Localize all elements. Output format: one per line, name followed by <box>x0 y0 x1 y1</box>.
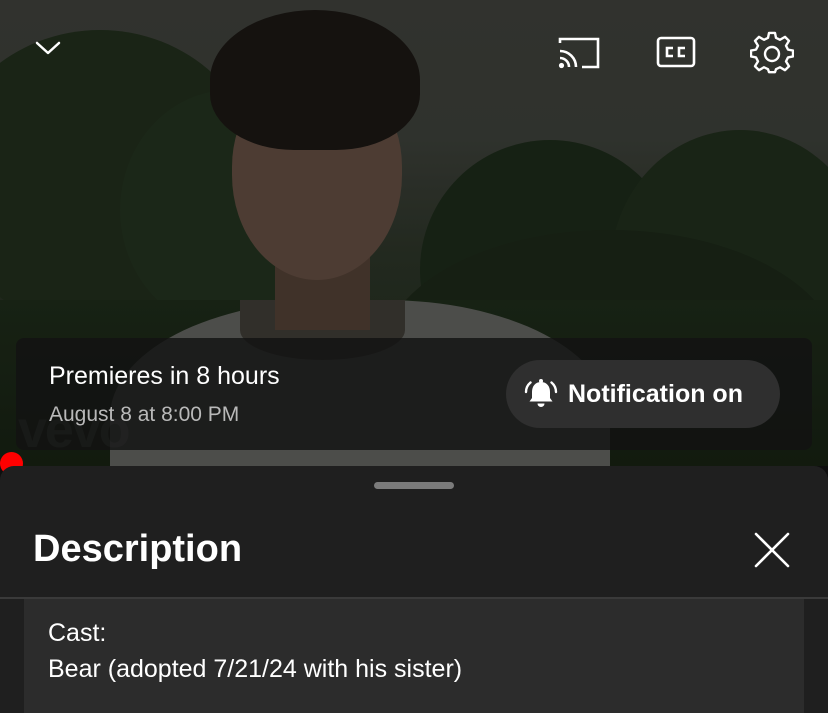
premiere-banner: Premieres in 8 hours August 8 at 8:00 PM… <box>16 338 812 450</box>
premiere-countdown: Premieres in 8 hours <box>49 362 280 390</box>
cast-icon[interactable] <box>555 34 603 72</box>
description-body: Cast: Bear (adopted 7/21/24 with his sis… <box>24 599 804 713</box>
close-button[interactable] <box>748 526 796 574</box>
premiere-date: August 8 at 8:00 PM <box>49 403 240 426</box>
description-line: Cast: <box>48 619 107 647</box>
description-line: Bear (adopted 7/21/24 with his sister) <box>48 655 463 683</box>
chevron-down-icon[interactable] <box>28 30 68 66</box>
bell-ringing-icon <box>524 379 558 407</box>
description-title: Description <box>33 528 243 570</box>
notification-button-label: Notification on <box>568 379 743 408</box>
settings-gear-icon[interactable] <box>748 30 796 76</box>
closed-captions-icon[interactable] <box>654 34 698 70</box>
description-panel: Description Cast: Bear (adopted 7/21/24 … <box>0 466 828 713</box>
close-icon <box>754 532 790 568</box>
drag-handle[interactable] <box>374 482 454 489</box>
notification-on-button[interactable]: Notification on <box>506 360 780 428</box>
